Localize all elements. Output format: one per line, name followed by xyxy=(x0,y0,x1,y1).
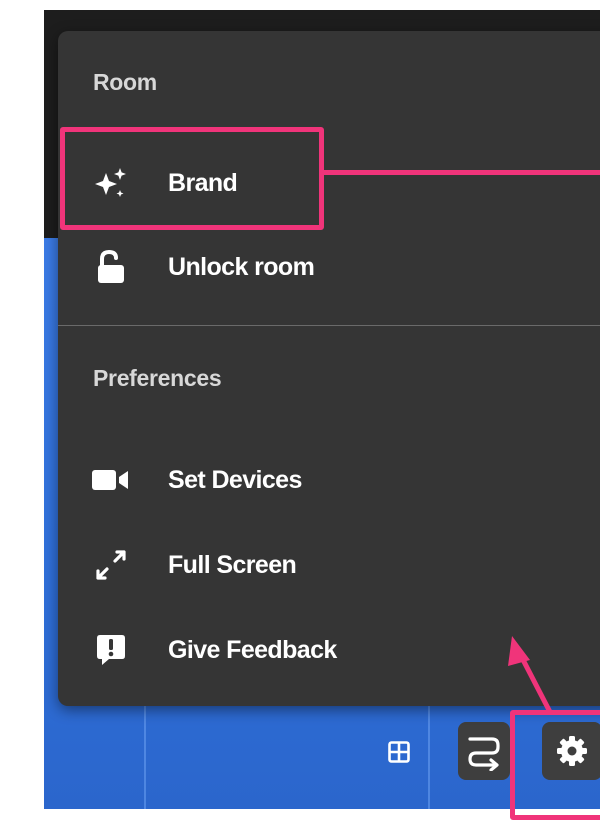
annotation-arrow xyxy=(508,636,553,714)
